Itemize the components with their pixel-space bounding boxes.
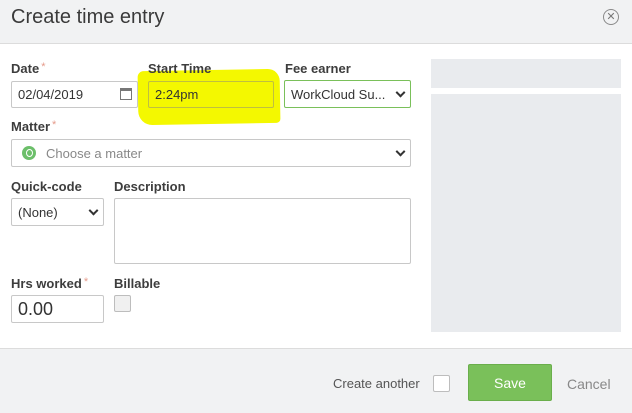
hrs-worked-value: 0.00 bbox=[18, 298, 54, 319]
chevron-down-icon bbox=[395, 87, 406, 98]
hrs-worked-input[interactable]: 0.00 bbox=[11, 295, 104, 323]
create-another-checkbox[interactable] bbox=[433, 375, 450, 392]
quick-code-value: (None) bbox=[18, 204, 58, 220]
date-field[interactable]: 02/04/2019 bbox=[11, 81, 138, 108]
start-time-value: 2:24pm bbox=[155, 87, 199, 102]
description-textarea[interactable] bbox=[114, 198, 411, 264]
side-panel-header bbox=[431, 59, 621, 88]
save-button[interactable]: Save bbox=[468, 364, 552, 401]
matter-label: Matter * bbox=[11, 119, 57, 134]
calendar-icon[interactable] bbox=[120, 88, 132, 100]
dialog-title: Create time entry bbox=[11, 6, 165, 28]
dialog-header: Create time entry ✕ bbox=[0, 0, 632, 44]
create-another-label: Create another bbox=[333, 376, 420, 391]
quick-code-select[interactable]: (None) bbox=[11, 198, 104, 226]
side-panel bbox=[431, 94, 621, 332]
date-label: Date * bbox=[11, 61, 46, 76]
hrs-worked-label: Hrs worked * bbox=[11, 276, 89, 291]
fee-earner-value: WorkCloud Su... bbox=[291, 86, 386, 102]
start-time-label: Start Time bbox=[148, 61, 212, 76]
chevron-down-icon bbox=[395, 146, 406, 157]
billable-checkbox[interactable] bbox=[114, 295, 131, 312]
fee-earner-label: Fee earner bbox=[285, 61, 351, 76]
start-time-field[interactable]: 2:24pm bbox=[148, 81, 274, 108]
matter-icon bbox=[22, 146, 36, 160]
date-value: 02/04/2019 bbox=[18, 87, 84, 102]
billable-label: Billable bbox=[114, 276, 161, 291]
matter-select[interactable]: Choose a matter bbox=[11, 139, 411, 167]
chevron-down-icon bbox=[88, 205, 99, 216]
quick-code-label: Quick-code bbox=[11, 179, 82, 194]
fee-earner-select[interactable]: WorkCloud Su... bbox=[284, 80, 411, 108]
matter-placeholder: Choose a matter bbox=[46, 145, 143, 161]
description-label: Description bbox=[114, 179, 186, 194]
close-icon[interactable]: ✕ bbox=[603, 9, 619, 25]
cancel-button[interactable]: Cancel bbox=[567, 376, 611, 392]
